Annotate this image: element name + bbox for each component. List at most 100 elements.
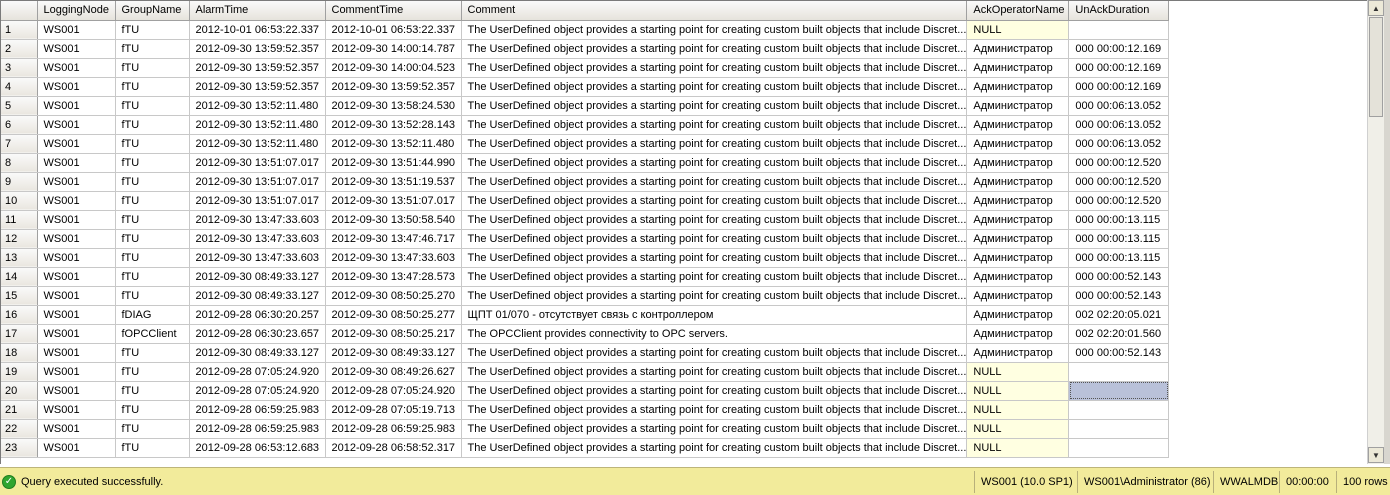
group-name-cell[interactable]: fTU bbox=[115, 39, 190, 59]
unack-duration-cell[interactable] bbox=[1068, 381, 1170, 401]
logging-node-cell[interactable]: WS001 bbox=[37, 115, 116, 135]
table-row[interactable]: 18 WS001 fTU 2012-09-30 08:49:33.127 2012-09… bbox=[1, 343, 1170, 363]
table-row[interactable]: 9 WS001 fTU 2012-09-30 13:51:07.017 2012-09-… bbox=[1, 172, 1170, 192]
group-name-cell[interactable]: fTU bbox=[115, 58, 190, 78]
alarm-time-cell[interactable]: 2012-09-30 13:59:52.357 bbox=[189, 58, 326, 78]
comment-time-cell[interactable]: 2012-09-30 14:00:04.523 bbox=[325, 58, 462, 78]
alarm-time-cell[interactable]: 2012-09-28 06:53:12.683 bbox=[189, 438, 326, 458]
column-header-commenttime[interactable]: CommentTime bbox=[325, 1, 462, 21]
table-row[interactable]: 12 WS001 fTU 2012-09-30 13:47:33.603 2012-09… bbox=[1, 229, 1170, 249]
row-number[interactable]: 17 bbox=[1, 324, 38, 344]
comment-cell[interactable]: The UserDefined object provides a starti… bbox=[461, 343, 968, 363]
group-name-cell[interactable]: fTU bbox=[115, 20, 190, 40]
ack-operator-cell[interactable]: Администратор bbox=[966, 134, 1070, 154]
row-number[interactable]: 16 bbox=[1, 305, 38, 325]
comment-cell[interactable]: The UserDefined object provides a starti… bbox=[461, 419, 968, 439]
row-number[interactable]: 1 bbox=[1, 20, 38, 40]
row-number[interactable]: 23 bbox=[1, 438, 38, 458]
logging-node-cell[interactable]: WS001 bbox=[37, 153, 116, 173]
comment-cell[interactable]: The UserDefined object provides a starti… bbox=[461, 381, 968, 401]
table-row[interactable]: 3 WS001 fTU 2012-09-30 13:59:52.357 2012-09-… bbox=[1, 58, 1170, 78]
vertical-scrollbar[interactable]: ▲ ▼ bbox=[1367, 0, 1384, 464]
unack-duration-cell[interactable]: 000 00:00:12.520 bbox=[1068, 172, 1170, 192]
ack-operator-cell[interactable]: Администратор bbox=[966, 96, 1070, 116]
row-number[interactable]: 9 bbox=[1, 172, 38, 192]
alarm-time-cell[interactable]: 2012-09-30 13:52:11.480 bbox=[189, 134, 326, 154]
table-row[interactable]: 16 WS001 fDIAG 2012-09-28 06:30:20.257 2012-… bbox=[1, 305, 1170, 325]
comment-cell[interactable]: The UserDefined object provides a starti… bbox=[461, 172, 968, 192]
unack-duration-cell[interactable] bbox=[1068, 438, 1170, 458]
logging-node-cell[interactable]: WS001 bbox=[37, 77, 116, 97]
logging-node-cell[interactable]: WS001 bbox=[37, 134, 116, 154]
unack-duration-cell[interactable]: 000 00:00:52.143 bbox=[1068, 267, 1170, 287]
table-row[interactable]: 19 WS001 fTU 2012-09-28 07:05:24.920 2012-09… bbox=[1, 362, 1170, 382]
ack-operator-cell[interactable]: Администратор bbox=[966, 305, 1070, 325]
alarm-time-cell[interactable]: 2012-09-30 13:51:07.017 bbox=[189, 172, 326, 192]
ack-operator-cell[interactable]: Администратор bbox=[966, 248, 1070, 268]
logging-node-cell[interactable]: WS001 bbox=[37, 362, 116, 382]
ack-operator-cell[interactable]: Администратор bbox=[966, 267, 1070, 287]
alarm-time-cell[interactable]: 2012-10-01 06:53:22.337 bbox=[189, 20, 326, 40]
unack-duration-cell[interactable]: 000 00:00:12.520 bbox=[1068, 153, 1170, 173]
table-row[interactable]: 22 WS001 fTU 2012-09-28 06:59:25.983 2012-09… bbox=[1, 419, 1170, 439]
unack-duration-cell[interactable]: 000 00:06:13.052 bbox=[1068, 115, 1170, 135]
alarm-time-cell[interactable]: 2012-09-30 08:49:33.127 bbox=[189, 286, 326, 306]
comment-time-cell[interactable]: 2012-09-30 13:47:33.603 bbox=[325, 248, 462, 268]
column-header-alarmtime[interactable]: AlarmTime bbox=[189, 1, 326, 21]
group-name-cell[interactable]: fTU bbox=[115, 229, 190, 249]
group-name-cell[interactable]: fTU bbox=[115, 438, 190, 458]
column-header-ackoperatorname[interactable]: AckOperatorName bbox=[966, 1, 1070, 21]
group-name-cell[interactable]: fTU bbox=[115, 267, 190, 287]
comment-time-cell[interactable]: 2012-09-28 07:05:24.920 bbox=[325, 381, 462, 401]
column-header-groupname[interactable]: GroupName bbox=[115, 1, 190, 21]
ack-operator-cell[interactable]: NULL bbox=[966, 419, 1070, 439]
table-row[interactable]: 13 WS001 fTU 2012-09-30 13:47:33.603 2012-09… bbox=[1, 248, 1170, 268]
comment-time-cell[interactable]: 2012-10-01 06:53:22.337 bbox=[325, 20, 462, 40]
group-name-cell[interactable]: fOPCClient bbox=[115, 324, 190, 344]
alarm-time-cell[interactable]: 2012-09-30 13:52:11.480 bbox=[189, 96, 326, 116]
comment-cell[interactable]: The UserDefined object provides a starti… bbox=[461, 210, 968, 230]
comment-time-cell[interactable]: 2012-09-30 13:52:28.143 bbox=[325, 115, 462, 135]
comment-cell[interactable]: The UserDefined object provides a starti… bbox=[461, 115, 968, 135]
comment-time-cell[interactable]: 2012-09-30 14:00:14.787 bbox=[325, 39, 462, 59]
unack-duration-cell[interactable]: 002 02:20:05.021 bbox=[1068, 305, 1170, 325]
table-row[interactable]: 17 WS001 fOPCClient 2012-09-28 06:30:23.657… bbox=[1, 324, 1170, 344]
comment-cell[interactable]: The UserDefined object provides a starti… bbox=[461, 96, 968, 116]
comment-cell[interactable]: The UserDefined object provides a starti… bbox=[461, 438, 968, 458]
comment-time-cell[interactable]: 2012-09-30 13:51:19.537 bbox=[325, 172, 462, 192]
group-name-cell[interactable]: fTU bbox=[115, 153, 190, 173]
table-row[interactable]: 8 WS001 fTU 2012-09-30 13:51:07.017 2012-09-… bbox=[1, 153, 1170, 173]
ack-operator-cell[interactable]: Администратор bbox=[966, 153, 1070, 173]
comment-time-cell[interactable]: 2012-09-30 13:50:58.540 bbox=[325, 210, 462, 230]
comment-cell[interactable]: The UserDefined object provides a starti… bbox=[461, 400, 968, 420]
comment-cell[interactable]: The UserDefined object provides a starti… bbox=[461, 134, 968, 154]
alarm-time-cell[interactable]: 2012-09-30 08:49:33.127 bbox=[189, 267, 326, 287]
column-header-loggingnode[interactable]: LoggingNode bbox=[37, 1, 116, 21]
logging-node-cell[interactable]: WS001 bbox=[37, 58, 116, 78]
comment-cell[interactable]: The UserDefined object provides a starti… bbox=[461, 20, 968, 40]
row-number[interactable]: 13 bbox=[1, 248, 38, 268]
ack-operator-cell[interactable]: Администратор bbox=[966, 77, 1070, 97]
table-row[interactable]: 10 WS001 fTU 2012-09-30 13:51:07.017 2012-09… bbox=[1, 191, 1170, 211]
ack-operator-cell[interactable]: Администратор bbox=[966, 343, 1070, 363]
row-number[interactable]: 11 bbox=[1, 210, 38, 230]
logging-node-cell[interactable]: WS001 bbox=[37, 229, 116, 249]
comment-cell[interactable]: The UserDefined object provides a starti… bbox=[461, 286, 968, 306]
logging-node-cell[interactable]: WS001 bbox=[37, 286, 116, 306]
alarm-time-cell[interactable]: 2012-09-28 07:05:24.920 bbox=[189, 381, 326, 401]
unack-duration-cell[interactable]: 000 00:00:13.115 bbox=[1068, 210, 1170, 230]
logging-node-cell[interactable]: WS001 bbox=[37, 419, 116, 439]
comment-time-cell[interactable]: 2012-09-30 08:49:33.127 bbox=[325, 343, 462, 363]
comment-time-cell[interactable]: 2012-09-30 08:50:25.217 bbox=[325, 324, 462, 344]
group-name-cell[interactable]: fTU bbox=[115, 381, 190, 401]
ack-operator-cell[interactable]: Администратор bbox=[966, 39, 1070, 59]
alarm-time-cell[interactable]: 2012-09-30 13:47:33.603 bbox=[189, 210, 326, 230]
logging-node-cell[interactable]: WS001 bbox=[37, 343, 116, 363]
logging-node-cell[interactable]: WS001 bbox=[37, 381, 116, 401]
alarm-time-cell[interactable]: 2012-09-30 13:51:07.017 bbox=[189, 191, 326, 211]
comment-cell[interactable]: The UserDefined object provides a starti… bbox=[461, 77, 968, 97]
ack-operator-cell[interactable]: Администратор bbox=[966, 324, 1070, 344]
column-header-unackduration[interactable]: UnAckDuration bbox=[1068, 1, 1170, 21]
logging-node-cell[interactable]: WS001 bbox=[37, 96, 116, 116]
logging-node-cell[interactable]: WS001 bbox=[37, 248, 116, 268]
